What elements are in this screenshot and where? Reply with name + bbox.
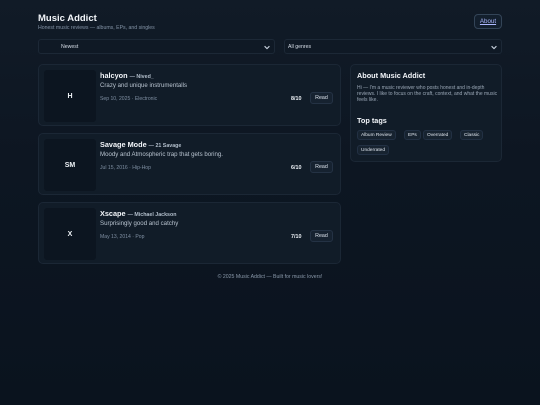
- tags-heading: Top tags: [357, 116, 387, 125]
- tag-eps[interactable]: EPs: [404, 130, 421, 140]
- review-title-text: halcyon: [100, 71, 128, 80]
- review-meta: Jul 15, 2016 · Hip-Hop: [100, 165, 151, 171]
- site-title: Music Addict: [38, 13, 97, 24]
- site-tagline: Honest music reviews — albums, EPs, and …: [38, 25, 155, 31]
- review-meta: May 13, 2014 · Pop: [100, 234, 145, 240]
- tag-album-review[interactable]: Album Review: [357, 130, 396, 140]
- review-title[interactable]: Savage Mode — 21 Savage: [100, 140, 181, 149]
- sidebar-panel: About Music Addict Hi — I'm a music revi…: [350, 64, 502, 162]
- review-artist: — Nived_: [129, 74, 154, 80]
- chevron-down-icon: [491, 45, 497, 50]
- album-thumbnail: H: [44, 70, 96, 122]
- read-button[interactable]: Read: [310, 161, 333, 173]
- album-thumbnail: SM: [44, 139, 96, 191]
- review-score: 6/10: [291, 165, 302, 171]
- tag-underrated[interactable]: Underrated: [357, 145, 389, 155]
- chevron-down-icon: [264, 45, 270, 50]
- review-title-text: Savage Mode: [100, 140, 147, 149]
- review-description: Crazy and unique instrumentalls: [100, 82, 188, 89]
- read-button[interactable]: Read: [310, 92, 333, 104]
- genre-select-value: All genres: [288, 43, 312, 50]
- review-card-halcyon[interactable]: H halcyon — Nived_ Crazy and unique inst…: [38, 64, 341, 126]
- tag-classic[interactable]: Classic: [460, 130, 484, 140]
- review-artist: — 21 Savage: [148, 143, 182, 149]
- review-title[interactable]: Xscape — Michael Jackson: [100, 209, 176, 218]
- about-heading: About Music Addict: [357, 71, 426, 80]
- tag-overrated[interactable]: Overrated: [423, 130, 453, 140]
- review-card-savage-mode[interactable]: SM Savage Mode — 21 Savage Moody and Atm…: [38, 133, 341, 195]
- review-title-text: Xscape: [100, 209, 126, 218]
- review-description: Surprisingly good and catchy: [100, 220, 179, 227]
- about-text: Hi — I'm a music reviewer who posts hone…: [357, 85, 498, 104]
- sort-select[interactable]: Newest: [38, 39, 275, 54]
- review-meta: Sep 10, 2025 · Electronic: [100, 96, 158, 102]
- review-artist: — Michael Jackson: [127, 212, 177, 218]
- genre-select[interactable]: All genres: [284, 39, 502, 54]
- review-score: 7/10: [291, 234, 302, 240]
- read-button[interactable]: Read: [310, 230, 333, 242]
- site-header: Music Addict Honest music reviews — albu…: [38, 13, 502, 35]
- album-thumbnail: X: [44, 208, 96, 260]
- review-card-xscape[interactable]: X Xscape — Michael Jackson Surprisingly …: [38, 202, 341, 264]
- filters-bar: Newest All genres: [38, 39, 502, 54]
- review-title[interactable]: halcyon — Nived_: [100, 71, 154, 80]
- review-description: Moody and Atmospheric trap that gets bor…: [100, 151, 223, 158]
- about-link[interactable]: About: [474, 14, 502, 29]
- review-score: 8/10: [291, 96, 302, 102]
- footer-text: © 2025 Music Addict — Built for music lo…: [217, 274, 323, 280]
- sort-select-value: Newest: [61, 43, 79, 50]
